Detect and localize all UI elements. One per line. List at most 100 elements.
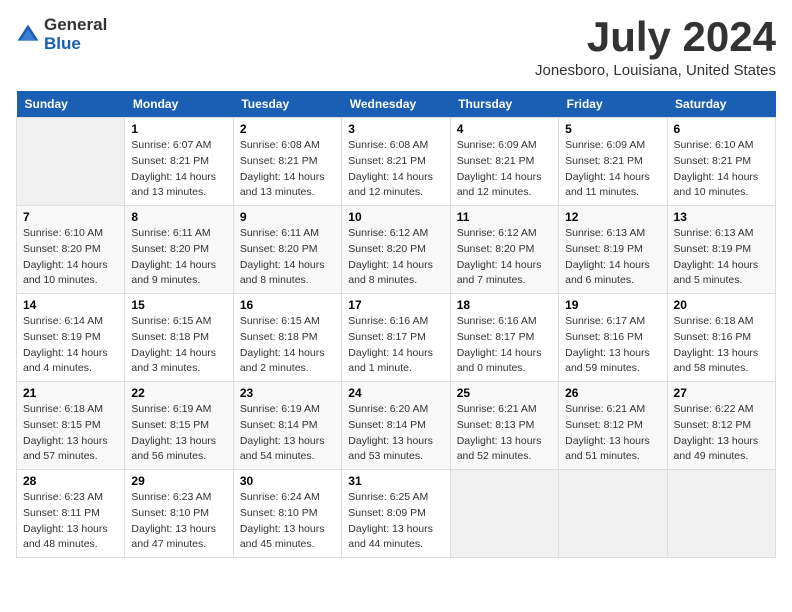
day-number: 11 [457, 210, 552, 224]
day-number: 28 [23, 474, 118, 488]
calendar-cell: 31 Sunrise: 6:25 AM Sunset: 8:09 PM Dayli… [342, 470, 450, 558]
main-title: July 2024 [535, 16, 776, 58]
day-info: Sunrise: 6:18 AM Sunset: 8:16 PM Dayligh… [674, 314, 769, 377]
calendar-cell: 2 Sunrise: 6:08 AM Sunset: 8:21 PM Daylig… [233, 118, 341, 206]
calendar-cell [667, 470, 775, 558]
day-number: 22 [131, 386, 226, 400]
day-number: 30 [240, 474, 335, 488]
day-number: 31 [348, 474, 443, 488]
subtitle: Jonesboro, Louisiana, United States [535, 62, 776, 79]
day-info: Sunrise: 6:15 AM Sunset: 8:18 PM Dayligh… [131, 314, 226, 377]
day-info: Sunrise: 6:25 AM Sunset: 8:09 PM Dayligh… [348, 490, 443, 553]
logo-general: General [44, 16, 107, 35]
day-number: 4 [457, 122, 552, 136]
day-number: 3 [348, 122, 443, 136]
day-info: Sunrise: 6:14 AM Sunset: 8:19 PM Dayligh… [23, 314, 118, 377]
week-row-2: 14Sunrise: 6:14 AM Sunset: 8:19 PM Dayli… [17, 294, 776, 382]
day-number: 27 [674, 386, 769, 400]
day-number: 15 [131, 298, 226, 312]
header-saturday: Saturday [667, 91, 775, 118]
day-number: 16 [240, 298, 335, 312]
day-info: Sunrise: 6:23 AM Sunset: 8:11 PM Dayligh… [23, 490, 118, 553]
week-row-0: 1 Sunrise: 6:07 AM Sunset: 8:21 PM Daylig… [17, 118, 776, 206]
calendar-cell: 1 Sunrise: 6:07 AM Sunset: 8:21 PM Daylig… [125, 118, 233, 206]
calendar-cell [559, 470, 667, 558]
day-number: 20 [674, 298, 769, 312]
day-info: Sunrise: 6:12 AM Sunset: 8:20 PM Dayligh… [457, 226, 552, 289]
calendar-cell: 18 Sunrise: 6:16 AM Sunset: 8:17 PM Dayli… [450, 294, 558, 382]
day-number: 26 [565, 386, 660, 400]
day-info: Sunrise: 6:24 AM Sunset: 8:10 PM Dayligh… [240, 490, 335, 553]
calendar-cell: 7 Sunrise: 6:10 AM Sunset: 8:20 PM Daylig… [17, 206, 125, 294]
day-info: Sunrise: 6:08 AM Sunset: 8:21 PM Dayligh… [240, 138, 335, 201]
day-info: Sunrise: 6:22 AM Sunset: 8:12 PM Dayligh… [674, 402, 769, 465]
day-info: Sunrise: 6:18 AM Sunset: 8:15 PM Dayligh… [23, 402, 118, 465]
day-info: Sunrise: 6:16 AM Sunset: 8:17 PM Dayligh… [348, 314, 443, 377]
calendar-cell: 16Sunrise: 6:15 AM Sunset: 8:18 PM Dayli… [233, 294, 341, 382]
day-info: Sunrise: 6:19 AM Sunset: 8:15 PM Dayligh… [131, 402, 226, 465]
day-info: Sunrise: 6:09 AM Sunset: 8:21 PM Dayligh… [565, 138, 660, 201]
day-number: 10 [348, 210, 443, 224]
day-info: Sunrise: 6:09 AM Sunset: 8:21 PM Dayligh… [457, 138, 552, 201]
calendar-cell: 25Sunrise: 6:21 AM Sunset: 8:13 PM Dayli… [450, 382, 558, 470]
header-thursday: Thursday [450, 91, 558, 118]
calendar-cell: 9Sunrise: 6:11 AM Sunset: 8:20 PM Daylig… [233, 206, 341, 294]
logo: General Blue [16, 16, 107, 53]
day-number: 24 [348, 386, 443, 400]
calendar-cell: 23 Sunrise: 6:19 AM Sunset: 8:14 PM Dayli… [233, 382, 341, 470]
header-sunday: Sunday [17, 91, 125, 118]
calendar-cell: 28 Sunrise: 6:23 AM Sunset: 8:11 PM Dayli… [17, 470, 125, 558]
calendar-cell: 5 Sunrise: 6:09 AM Sunset: 8:21 PM Daylig… [559, 118, 667, 206]
header-wednesday: Wednesday [342, 91, 450, 118]
calendar-cell: 19 Sunrise: 6:17 AM Sunset: 8:16 PM Dayli… [559, 294, 667, 382]
day-info: Sunrise: 6:13 AM Sunset: 8:19 PM Dayligh… [674, 226, 769, 289]
day-number: 23 [240, 386, 335, 400]
day-info: Sunrise: 6:10 AM Sunset: 8:21 PM Dayligh… [674, 138, 769, 201]
day-info: Sunrise: 6:11 AM Sunset: 8:20 PM Dayligh… [131, 226, 226, 289]
calendar-cell: 14Sunrise: 6:14 AM Sunset: 8:19 PM Dayli… [17, 294, 125, 382]
day-number: 2 [240, 122, 335, 136]
day-info: Sunrise: 6:17 AM Sunset: 8:16 PM Dayligh… [565, 314, 660, 377]
page-header: General Blue July 2024 Jonesboro, Louisi… [16, 16, 776, 79]
calendar-cell [450, 470, 558, 558]
calendar-cell: 20 Sunrise: 6:18 AM Sunset: 8:16 PM Dayli… [667, 294, 775, 382]
day-info: Sunrise: 6:20 AM Sunset: 8:14 PM Dayligh… [348, 402, 443, 465]
logo-text: General Blue [44, 16, 107, 53]
calendar-cell: 26 Sunrise: 6:21 AM Sunset: 8:12 PM Dayli… [559, 382, 667, 470]
calendar-cell: 29Sunrise: 6:23 AM Sunset: 8:10 PM Dayli… [125, 470, 233, 558]
day-info: Sunrise: 6:07 AM Sunset: 8:21 PM Dayligh… [131, 138, 226, 201]
day-number: 5 [565, 122, 660, 136]
day-info: Sunrise: 6:21 AM Sunset: 8:12 PM Dayligh… [565, 402, 660, 465]
calendar-cell: 27 Sunrise: 6:22 AM Sunset: 8:12 PM Dayli… [667, 382, 775, 470]
day-number: 21 [23, 386, 118, 400]
day-number: 17 [348, 298, 443, 312]
day-number: 19 [565, 298, 660, 312]
day-info: Sunrise: 6:13 AM Sunset: 8:19 PM Dayligh… [565, 226, 660, 289]
logo-icon [16, 23, 40, 47]
header-monday: Monday [125, 91, 233, 118]
title-area: July 2024 Jonesboro, Louisiana, United S… [535, 16, 776, 79]
day-number: 29 [131, 474, 226, 488]
week-row-3: 21 Sunrise: 6:18 AM Sunset: 8:15 PM Dayli… [17, 382, 776, 470]
day-number: 13 [674, 210, 769, 224]
day-info: Sunrise: 6:19 AM Sunset: 8:14 PM Dayligh… [240, 402, 335, 465]
calendar-cell: 17 Sunrise: 6:16 AM Sunset: 8:17 PM Dayli… [342, 294, 450, 382]
day-number: 1 [131, 122, 226, 136]
calendar-cell [17, 118, 125, 206]
day-number: 18 [457, 298, 552, 312]
day-number: 8 [131, 210, 226, 224]
day-info: Sunrise: 6:10 AM Sunset: 8:20 PM Dayligh… [23, 226, 118, 289]
calendar-cell: 10 Sunrise: 6:12 AM Sunset: 8:20 PM Dayli… [342, 206, 450, 294]
day-number: 12 [565, 210, 660, 224]
week-row-1: 7 Sunrise: 6:10 AM Sunset: 8:20 PM Daylig… [17, 206, 776, 294]
calendar-cell: 3 Sunrise: 6:08 AM Sunset: 8:21 PM Daylig… [342, 118, 450, 206]
calendar-cell: 12 Sunrise: 6:13 AM Sunset: 8:19 PM Dayli… [559, 206, 667, 294]
day-info: Sunrise: 6:12 AM Sunset: 8:20 PM Dayligh… [348, 226, 443, 289]
week-row-4: 28 Sunrise: 6:23 AM Sunset: 8:11 PM Dayli… [17, 470, 776, 558]
day-number: 7 [23, 210, 118, 224]
calendar-cell: 4 Sunrise: 6:09 AM Sunset: 8:21 PM Daylig… [450, 118, 558, 206]
calendar-cell: 13 Sunrise: 6:13 AM Sunset: 8:19 PM Dayli… [667, 206, 775, 294]
day-info: Sunrise: 6:16 AM Sunset: 8:17 PM Dayligh… [457, 314, 552, 377]
calendar-cell: 8 Sunrise: 6:11 AM Sunset: 8:20 PM Daylig… [125, 206, 233, 294]
day-info: Sunrise: 6:08 AM Sunset: 8:21 PM Dayligh… [348, 138, 443, 201]
